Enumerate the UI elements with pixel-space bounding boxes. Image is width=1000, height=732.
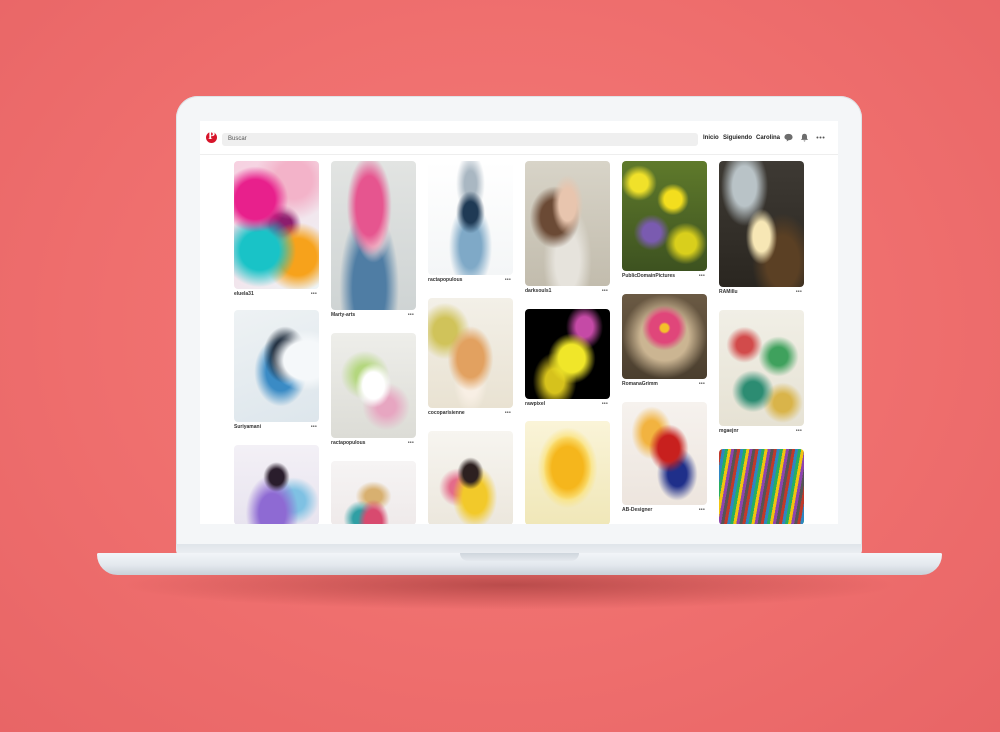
pin-image[interactable] bbox=[428, 431, 513, 524]
pin-image[interactable] bbox=[622, 294, 707, 379]
pin-author[interactable]: ractapopulous bbox=[428, 277, 462, 283]
pin-author[interactable]: darksouls1 bbox=[525, 288, 551, 294]
pin-more-button[interactable]: ••• bbox=[699, 380, 705, 388]
pin-more-button[interactable]: ••• bbox=[699, 272, 705, 280]
pin-caption: ractapopulous ••• bbox=[331, 439, 416, 447]
top-header: P Buscar Inicio Siguiendo Carolina bbox=[200, 121, 838, 155]
pin-more-button[interactable]: ••• bbox=[408, 439, 414, 447]
pin-card[interactable]: ractapopulous ••• bbox=[331, 333, 416, 447]
pin-more-button[interactable]: ••• bbox=[311, 423, 317, 431]
pin-image[interactable] bbox=[719, 161, 804, 287]
pin-image[interactable] bbox=[719, 449, 804, 524]
pin-author[interactable]: Suriyamani bbox=[234, 424, 261, 430]
pin-author[interactable]: mgaejnr bbox=[719, 428, 738, 434]
nav-following[interactable]: Siguiendo bbox=[723, 135, 752, 141]
pin-card[interactable]: mgaejnr ••• bbox=[719, 310, 804, 435]
pin-card[interactable]: darksouls1 ••• bbox=[525, 161, 610, 295]
pin-image[interactable] bbox=[331, 161, 416, 310]
browser-screen: P Buscar Inicio Siguiendo Carolina eluel… bbox=[200, 121, 838, 524]
pin-image[interactable] bbox=[525, 421, 610, 524]
pin-author[interactable]: RAMillu bbox=[719, 289, 738, 295]
pin-card[interactable] bbox=[428, 431, 513, 524]
pin-card[interactable]: Suriyamani ••• bbox=[234, 310, 319, 431]
pin-more-button[interactable]: ••• bbox=[408, 311, 414, 319]
pin-caption: AB-Designer ••• bbox=[622, 506, 707, 514]
pin-more-button[interactable]: ••• bbox=[505, 276, 511, 284]
pin-image[interactable] bbox=[331, 333, 416, 438]
pin-card[interactable]: ractapopulous ••• bbox=[428, 161, 513, 284]
pin-card[interactable]: rawpixel ••• bbox=[525, 309, 610, 408]
pin-more-button[interactable]: ••• bbox=[699, 506, 705, 514]
pin-more-button[interactable]: ••• bbox=[796, 288, 802, 296]
pin-image[interactable] bbox=[428, 298, 513, 408]
pin-image[interactable] bbox=[234, 445, 319, 524]
pin-more-button[interactable]: ••• bbox=[311, 290, 317, 298]
pin-caption: RomanaGrimm ••• bbox=[622, 380, 707, 388]
pin-image[interactable] bbox=[622, 161, 707, 271]
pin-caption: cocoparisienne ••• bbox=[428, 409, 513, 417]
pin-card[interactable] bbox=[719, 449, 804, 524]
pin-card[interactable]: RomanaGrimm ••• bbox=[622, 294, 707, 388]
pinterest-logo-icon[interactable]: P bbox=[206, 132, 217, 143]
pin-author[interactable]: RomanaGrimm bbox=[622, 381, 658, 387]
pin-image[interactable] bbox=[525, 161, 610, 286]
pin-image[interactable] bbox=[234, 161, 319, 289]
pin-image[interactable] bbox=[525, 309, 610, 399]
nav-home[interactable]: Inicio bbox=[703, 135, 719, 141]
pin-more-button[interactable]: ••• bbox=[602, 400, 608, 408]
pin-author[interactable]: PublicDomainPictures bbox=[622, 273, 675, 279]
pin-caption: rawpixel ••• bbox=[525, 400, 610, 408]
laptop-notch bbox=[460, 553, 579, 561]
pin-image[interactable] bbox=[234, 310, 319, 422]
pin-card[interactable]: cocoparisienne ••• bbox=[428, 298, 513, 417]
chat-bubble-icon[interactable] bbox=[784, 133, 793, 142]
pin-card[interactable] bbox=[525, 421, 610, 524]
pin-card[interactable]: RAMillu ••• bbox=[719, 161, 804, 296]
pin-more-button[interactable]: ••• bbox=[796, 427, 802, 435]
pin-caption: eluela31 ••• bbox=[234, 290, 319, 298]
pin-author[interactable]: cocoparisienne bbox=[428, 410, 465, 416]
more-dots-icon[interactable] bbox=[816, 133, 825, 142]
pin-caption: RAMillu ••• bbox=[719, 288, 804, 296]
search-input[interactable]: Buscar bbox=[222, 133, 698, 146]
pin-author[interactable]: rawpixel bbox=[525, 401, 545, 407]
pin-card[interactable]: Marty-arts ••• bbox=[331, 161, 416, 319]
pin-card[interactable]: eluela31 ••• bbox=[234, 161, 319, 298]
pin-author[interactable]: eluela31 bbox=[234, 291, 254, 297]
pin-more-button[interactable]: ••• bbox=[505, 409, 511, 417]
pin-card[interactable] bbox=[331, 461, 416, 524]
pin-more-button[interactable]: ••• bbox=[602, 287, 608, 295]
pin-caption: PublicDomainPictures ••• bbox=[622, 272, 707, 280]
pin-caption: Suriyamani ••• bbox=[234, 423, 319, 431]
pin-caption: ractapopulous ••• bbox=[428, 276, 513, 284]
pin-image[interactable] bbox=[331, 461, 416, 524]
pin-author[interactable]: ractapopulous bbox=[331, 440, 365, 446]
pin-caption: mgaejnr ••• bbox=[719, 427, 804, 435]
pin-image[interactable] bbox=[428, 161, 513, 275]
pin-author[interactable]: AB-Designer bbox=[622, 507, 652, 513]
nav-user[interactable]: Carolina bbox=[756, 135, 780, 141]
bell-icon[interactable] bbox=[800, 133, 809, 142]
pin-caption: darksouls1 ••• bbox=[525, 287, 610, 295]
pin-image[interactable] bbox=[719, 310, 804, 426]
pin-card[interactable] bbox=[234, 445, 319, 524]
pin-card[interactable]: AB-Designer ••• bbox=[622, 402, 707, 514]
pin-author[interactable]: Marty-arts bbox=[331, 312, 355, 318]
pin-card[interactable]: PublicDomainPictures ••• bbox=[622, 161, 707, 280]
pin-caption: Marty-arts ••• bbox=[331, 311, 416, 319]
pin-image[interactable] bbox=[622, 402, 707, 505]
